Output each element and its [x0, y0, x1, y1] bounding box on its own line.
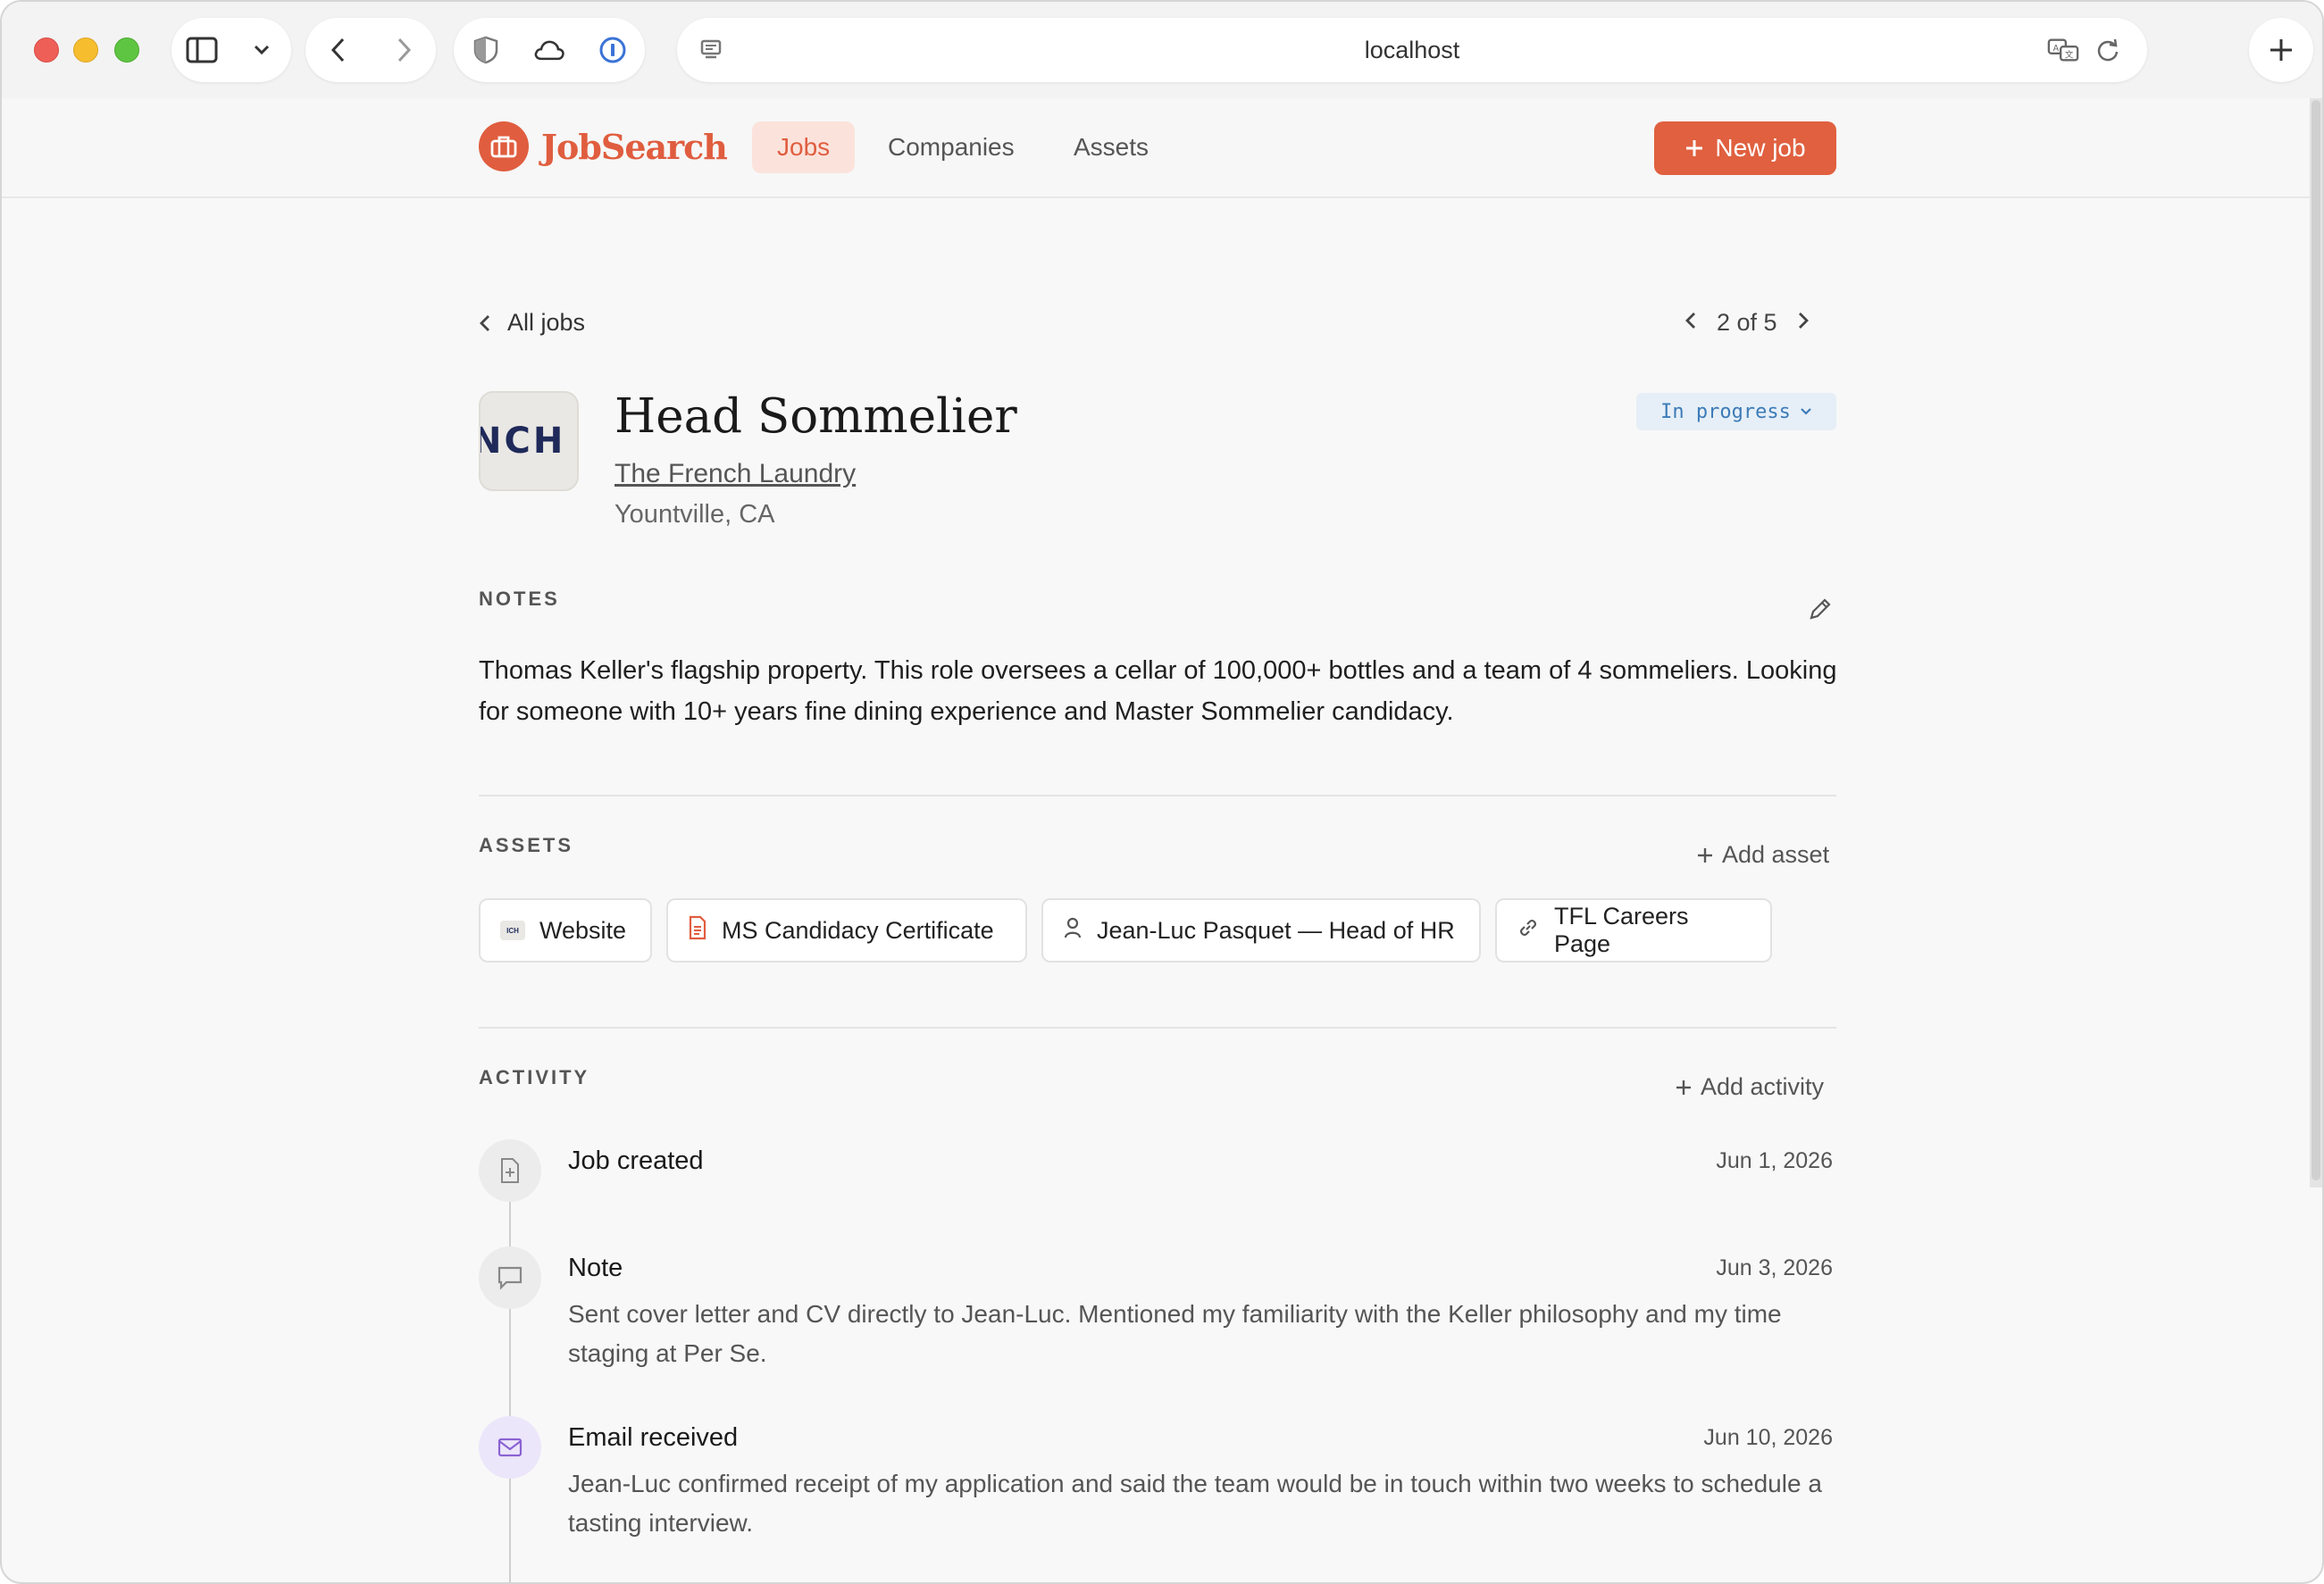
browser-window: localhost A文 JobSearch Jobs Companies As… — [0, 0, 2324, 1584]
divider — [479, 1027, 1836, 1029]
status-dropdown[interactable]: In progress — [1636, 393, 1836, 430]
asset-label: Jean-Luc Pasquet — Head of HR — [1097, 916, 1455, 944]
chevron-left-icon — [1685, 313, 1695, 329]
asset-label: Website — [539, 916, 627, 944]
activity-title: Note — [568, 1254, 623, 1282]
add-asset-label: Add asset — [1722, 841, 1830, 868]
pencil-icon[interactable] — [1808, 596, 1833, 626]
back-arrow-icon[interactable] — [322, 34, 355, 66]
new-tab-button[interactable] — [2249, 18, 2313, 82]
previous-job-button[interactable] — [1684, 309, 1697, 337]
activity-title: Email received — [568, 1423, 739, 1452]
svg-text:A: A — [2053, 44, 2060, 54]
company-logo-text: NCH — [479, 421, 566, 462]
address-bar[interactable]: localhost A文 — [677, 18, 2147, 82]
plus-icon — [1676, 1080, 1691, 1095]
pager-text: 2 of 5 — [1717, 309, 1777, 336]
company-link[interactable]: The French Laundry — [614, 459, 856, 489]
sidebar-icon[interactable] — [186, 34, 218, 66]
brand-name: JobSearch — [541, 126, 728, 167]
nav-assets[interactable]: Assets — [1049, 121, 1174, 173]
back-label: All jobs — [507, 309, 586, 336]
mail-icon — [479, 1416, 541, 1479]
plus-icon — [1698, 847, 1712, 863]
reload-icon[interactable] — [2092, 34, 2124, 66]
company-logo: NCH — [479, 391, 579, 491]
activity-body: Sent cover letter and CV directly to Jea… — [568, 1300, 1782, 1367]
next-job-button[interactable] — [1797, 309, 1810, 337]
status-label: In progress — [1660, 400, 1791, 423]
svg-text:文: 文 — [2065, 50, 2074, 61]
divider — [479, 795, 1836, 796]
translate-icon[interactable]: A文 — [2047, 34, 2079, 66]
assets-heading: ASSETS — [479, 834, 574, 856]
asset-label: MS Candidacy Certificate — [722, 916, 994, 944]
close-window-button[interactable] — [34, 38, 59, 63]
company-logo-icon: ICH — [500, 921, 525, 940]
activity-body: Jean-Luc confirmed receipt of my applica… — [568, 1470, 1822, 1537]
forward-arrow-icon[interactable] — [388, 34, 420, 66]
history-nav-group — [305, 18, 436, 82]
asset-chip-certificate[interactable]: MS Candidacy Certificate — [666, 898, 1027, 963]
chevron-down-icon[interactable] — [246, 34, 278, 66]
job-location: Yountville, CA — [614, 500, 775, 529]
url-text: localhost — [1364, 36, 1460, 63]
password-manager-icon[interactable] — [597, 34, 629, 66]
activity-date: Jun 3, 2026 — [1716, 1255, 1833, 1280]
link-icon — [1517, 916, 1540, 946]
person-icon — [1063, 916, 1083, 946]
document-icon — [688, 915, 707, 946]
sidebar-toggle-group — [171, 18, 291, 82]
asset-label: TFL Careers Page — [1554, 903, 1689, 957]
activity-title: Job created — [568, 1146, 704, 1175]
zoom-window-button[interactable] — [114, 38, 139, 63]
notes-heading: NOTES — [479, 588, 560, 610]
extensions-group — [454, 18, 645, 82]
add-asset-button[interactable]: Add asset — [1697, 841, 1829, 869]
new-job-button[interactable]: New job — [1654, 121, 1836, 175]
activity-date: Jun 1, 2026 — [1716, 1148, 1833, 1173]
chat-bubble-icon — [479, 1246, 541, 1309]
add-activity-button[interactable]: Add activity — [1676, 1073, 1824, 1101]
asset-chip-careers-link[interactable]: TFL Careers Page — [1495, 898, 1772, 963]
chevron-down-icon — [1801, 408, 1811, 415]
chevron-left-icon — [480, 314, 489, 331]
activity-heading: ACTIVITY — [479, 1066, 590, 1088]
asset-chip-contact[interactable]: Jean-Luc Pasquet — Head of HR — [1041, 898, 1481, 963]
cloud-icon[interactable] — [533, 34, 565, 66]
shield-icon[interactable] — [470, 34, 502, 66]
nav-jobs[interactable]: Jobs — [752, 121, 856, 173]
file-plus-icon — [479, 1139, 541, 1202]
briefcase-icon — [479, 121, 529, 171]
scrollbar-thumb[interactable] — [2311, 100, 2320, 1180]
asset-chip-website[interactable]: ICH Website — [479, 898, 652, 963]
reader-view-icon[interactable] — [695, 34, 727, 66]
app-header: JobSearch Jobs Companies Assets New job — [2, 98, 2315, 198]
chevron-right-icon — [1798, 313, 1809, 329]
minimize-window-button[interactable] — [73, 38, 98, 63]
browser-toolbar: localhost A文 — [2, 2, 2322, 98]
plus-icon — [2265, 34, 2297, 66]
job-pager: 2 of 5 — [1684, 309, 1810, 337]
app-logo[interactable]: JobSearch — [479, 121, 728, 171]
add-activity-label: Add activity — [1701, 1073, 1825, 1100]
nav-companies[interactable]: Companies — [863, 121, 1040, 173]
job-title: Head Sommelier — [614, 389, 1017, 444]
notes-text: Thomas Keller's flagship property. This … — [479, 656, 1837, 726]
activity-date: Jun 10, 2026 — [1703, 1425, 1833, 1450]
plus-icon — [1686, 140, 1703, 156]
back-to-all-jobs-link[interactable]: All jobs — [479, 309, 585, 337]
new-job-label: New job — [1715, 134, 1806, 162]
